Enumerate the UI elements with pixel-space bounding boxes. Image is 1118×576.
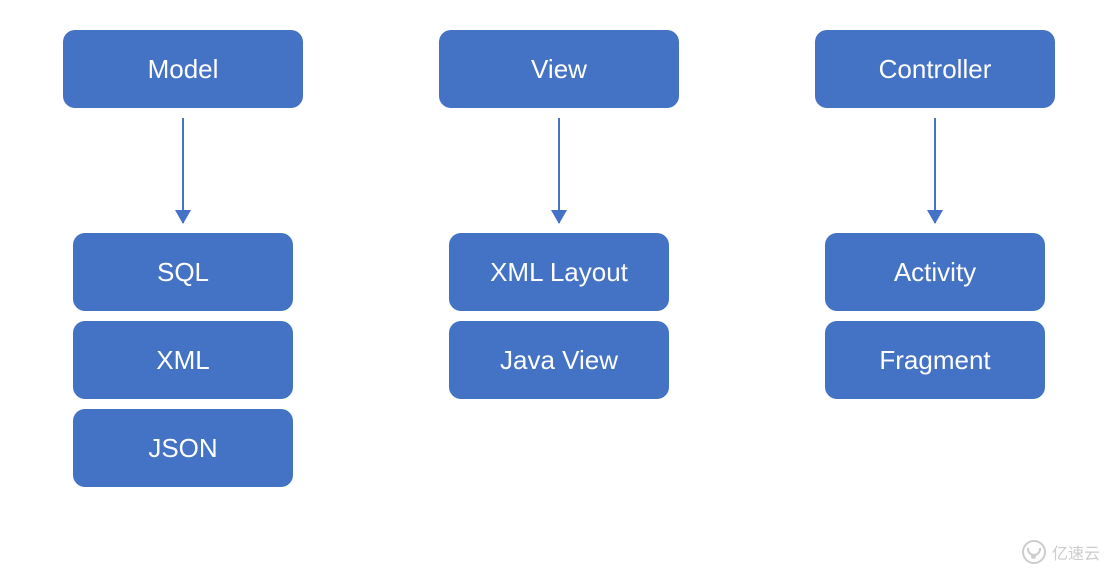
- controller-header-label: Controller: [879, 54, 992, 85]
- arrow-line: [558, 118, 560, 223]
- model-header-label: Model: [148, 54, 219, 85]
- model-column: Model SQL XML JSON: [45, 30, 321, 497]
- view-column: View XML Layout Java View: [421, 30, 697, 497]
- json-label: JSON: [148, 433, 217, 464]
- view-children: XML Layout Java View: [449, 233, 669, 409]
- view-header-box: View: [439, 30, 679, 108]
- java-view-box: Java View: [449, 321, 669, 399]
- mvc-diagram: Model SQL XML JSON View: [0, 0, 1118, 497]
- controller-header-box: Controller: [815, 30, 1055, 108]
- arrow: [558, 108, 560, 233]
- sql-label: SQL: [157, 257, 209, 288]
- arrow: [934, 108, 936, 233]
- arrow-line: [182, 118, 184, 223]
- activity-label: Activity: [894, 257, 976, 288]
- watermark: 亿速云: [1022, 540, 1100, 564]
- arrow: [182, 108, 184, 233]
- xml-box: XML: [73, 321, 293, 399]
- watermark-text: 亿速云: [1052, 540, 1100, 564]
- fragment-box: Fragment: [825, 321, 1045, 399]
- controller-column: Controller Activity Fragment: [797, 30, 1073, 497]
- cloud-icon: [1022, 540, 1046, 564]
- arrow-head-icon: [175, 210, 191, 224]
- view-header-label: View: [531, 54, 587, 85]
- arrow-head-icon: [551, 210, 567, 224]
- json-box: JSON: [73, 409, 293, 487]
- arrow-head-icon: [927, 210, 943, 224]
- controller-children: Activity Fragment: [825, 233, 1045, 409]
- xml-label: XML: [156, 345, 209, 376]
- fragment-label: Fragment: [879, 345, 990, 376]
- java-view-label: Java View: [500, 345, 618, 376]
- model-header-box: Model: [63, 30, 303, 108]
- activity-box: Activity: [825, 233, 1045, 311]
- arrow-line: [934, 118, 936, 223]
- sql-box: SQL: [73, 233, 293, 311]
- xml-layout-box: XML Layout: [449, 233, 669, 311]
- model-children: SQL XML JSON: [73, 233, 293, 497]
- xml-layout-label: XML Layout: [490, 257, 628, 288]
